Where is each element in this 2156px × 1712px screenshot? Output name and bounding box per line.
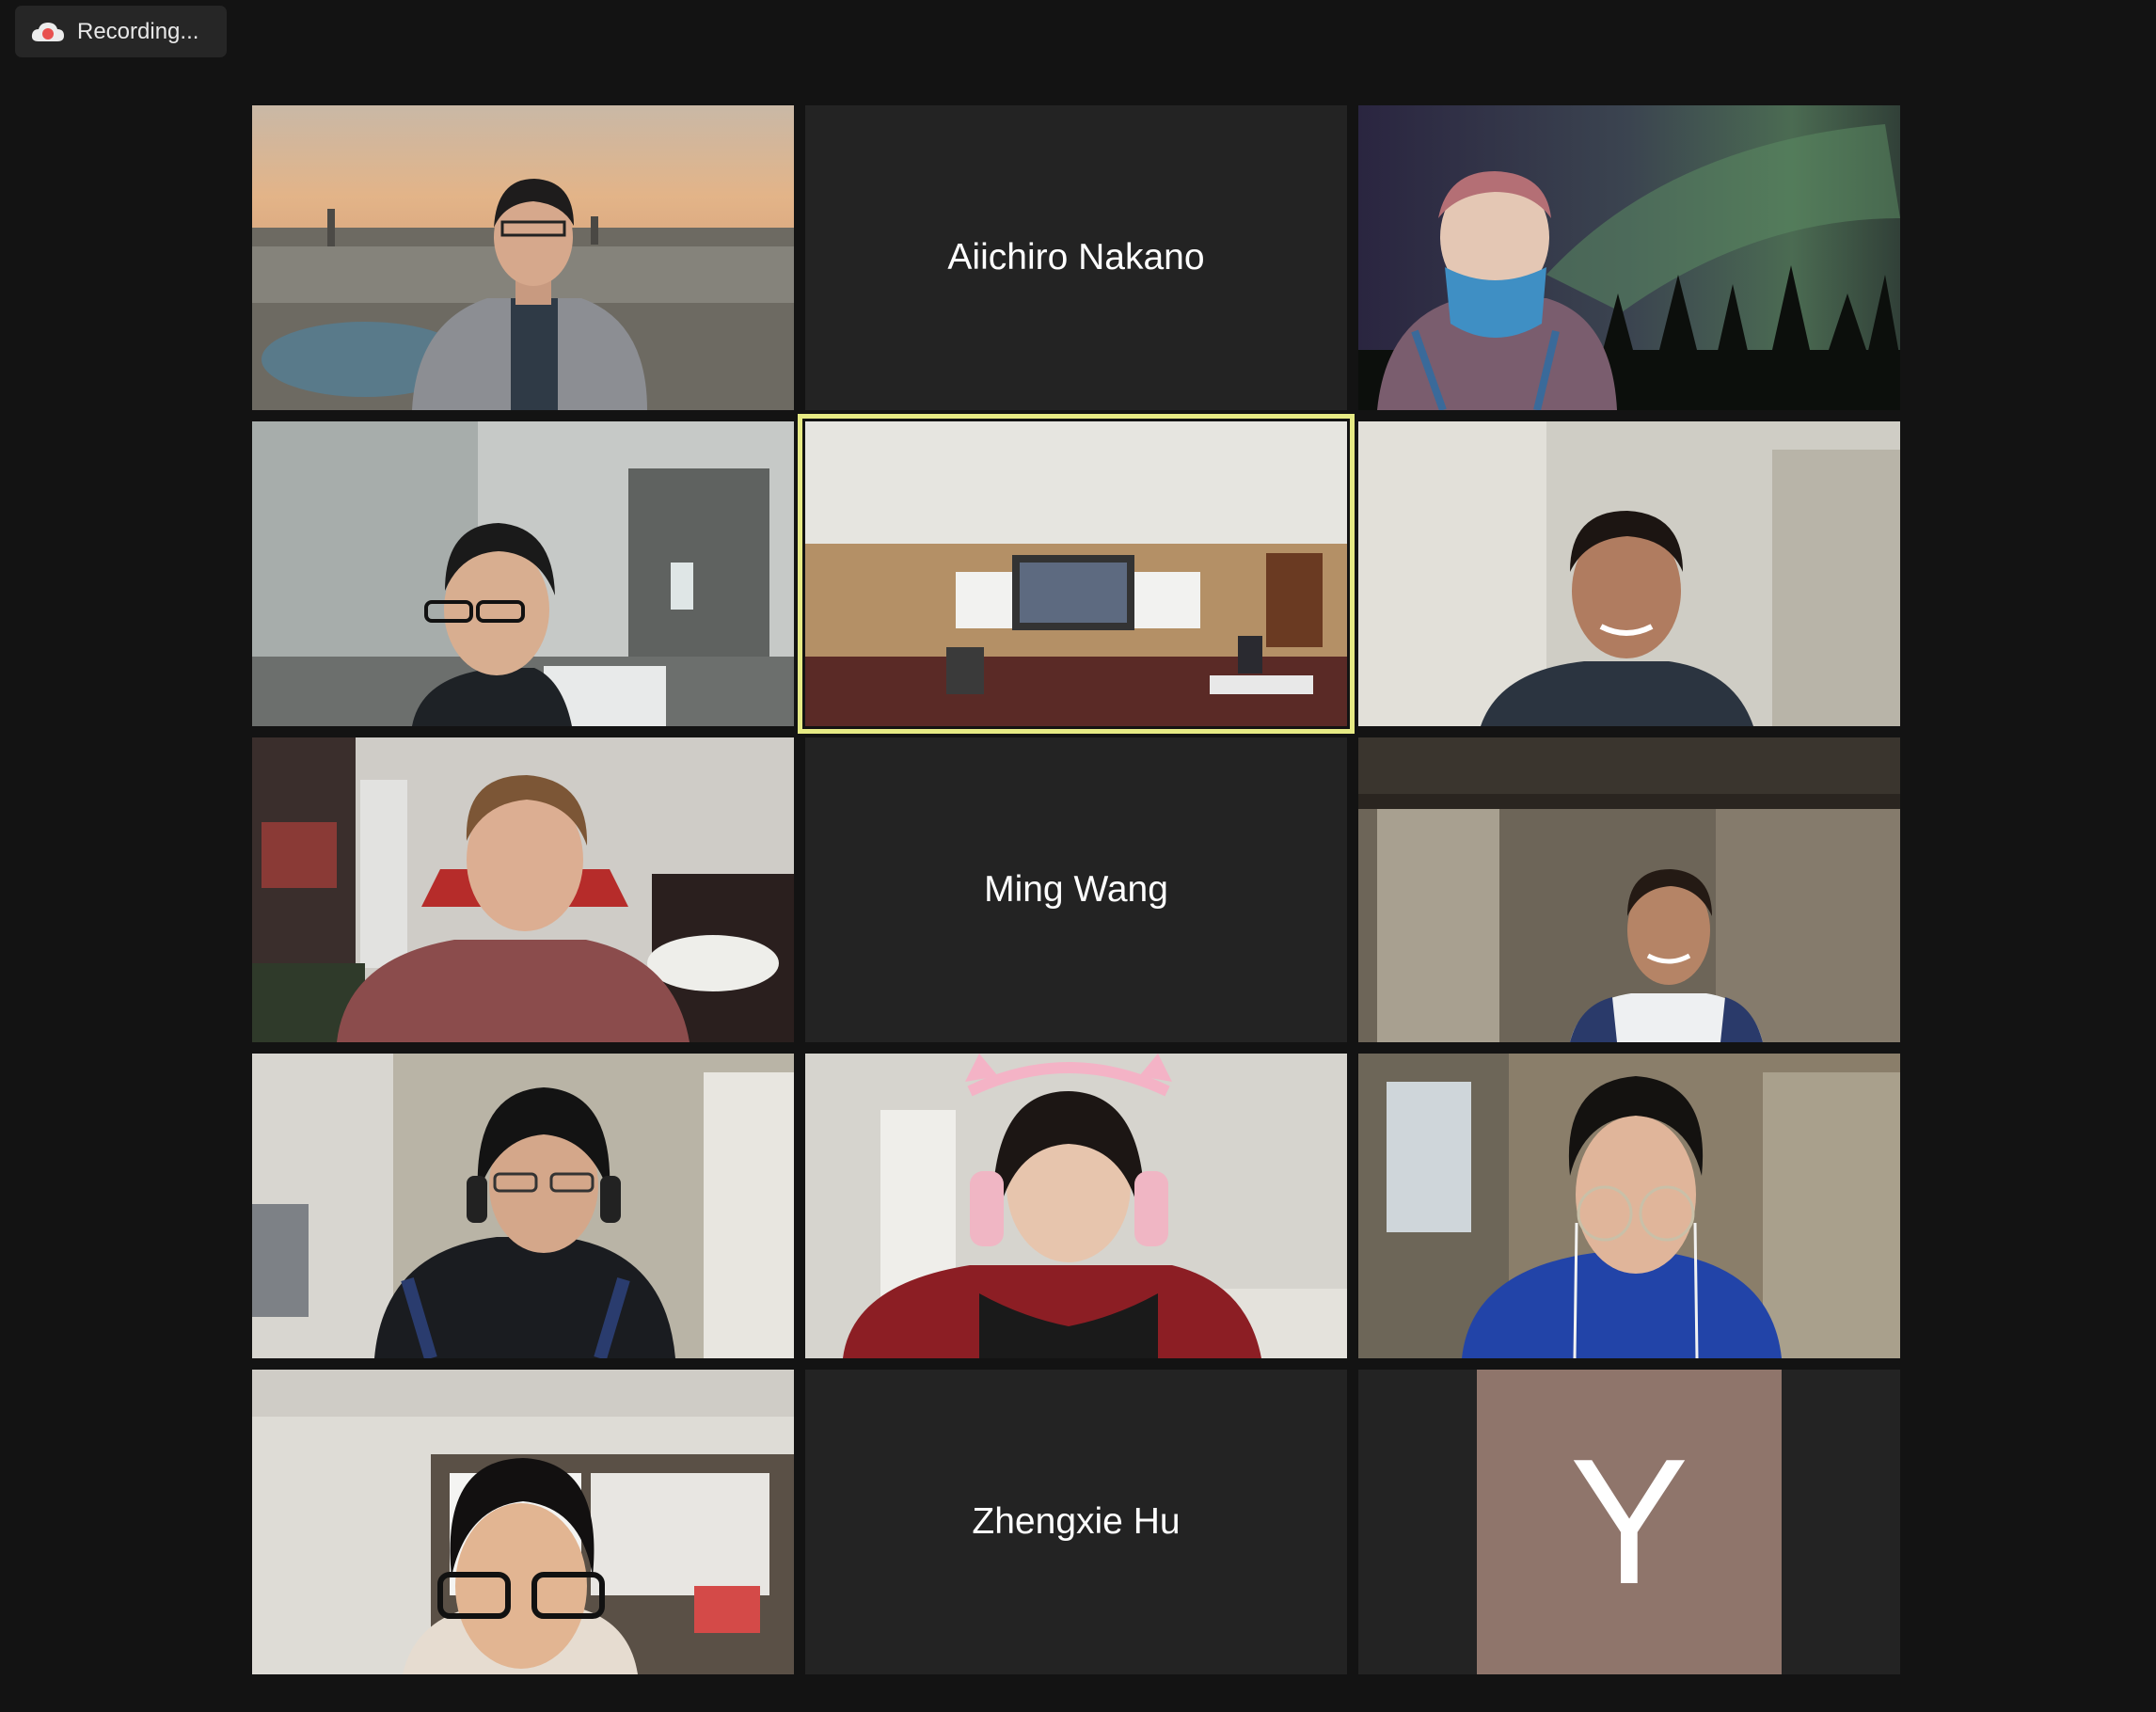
participant-video-9[interactable] bbox=[1358, 737, 1900, 1042]
participant-video-4[interactable] bbox=[252, 421, 794, 726]
participant-avatar-tile[interactable]: Y bbox=[1358, 1370, 1900, 1674]
recording-label: Recording... bbox=[77, 18, 199, 44]
participant-name: Zhengxie Hu bbox=[972, 1501, 1181, 1542]
avatar-initial: Y bbox=[1569, 1422, 1689, 1622]
participant-name-tile[interactable]: Aiichiro Nakano bbox=[805, 105, 1347, 410]
participant-video-3[interactable] bbox=[1358, 105, 1900, 410]
participant-name-tile[interactable]: Ming Wang bbox=[805, 737, 1347, 1042]
participant-name: Ming Wang bbox=[984, 869, 1168, 910]
participant-video-active-speaker[interactable] bbox=[798, 414, 1355, 734]
participant-video-10[interactable] bbox=[252, 1054, 794, 1358]
recording-indicator[interactable]: Recording... bbox=[15, 6, 227, 57]
participant-name: Aiichiro Nakano bbox=[947, 237, 1205, 277]
participant-name-tile[interactable]: Zhengxie Hu bbox=[805, 1370, 1347, 1674]
avatar: Y bbox=[1477, 1370, 1782, 1674]
participant-video-6[interactable] bbox=[1358, 421, 1900, 726]
participant-video-12[interactable] bbox=[1358, 1054, 1900, 1358]
participant-video-13[interactable] bbox=[252, 1370, 794, 1674]
gallery-view: Aiichiro Nakano Ming Wang Zhengxie Hu Y bbox=[252, 105, 1900, 1674]
participant-video-11[interactable] bbox=[805, 1054, 1347, 1358]
participant-video-1[interactable] bbox=[252, 105, 794, 410]
participant-video-7[interactable] bbox=[252, 737, 794, 1042]
cloud-recording-icon bbox=[30, 20, 66, 44]
